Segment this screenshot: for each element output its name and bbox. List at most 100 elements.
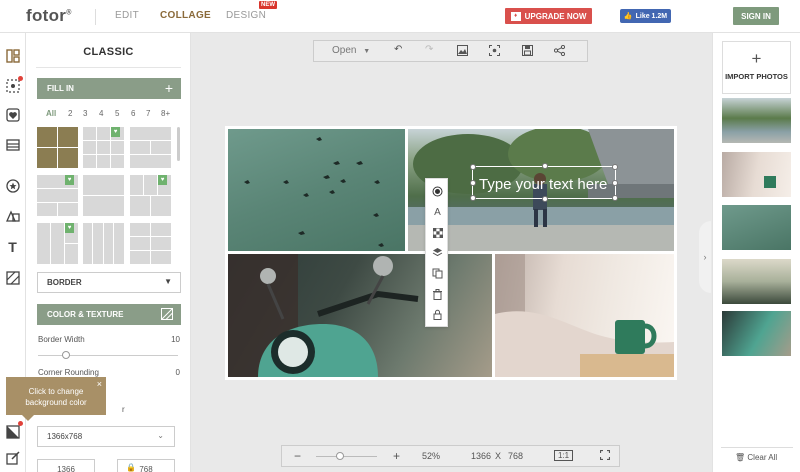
text-icon[interactable]: T: [4, 238, 21, 255]
resize-handle[interactable]: [542, 196, 548, 202]
text-box-content[interactable]: Type your text here: [479, 176, 607, 193]
fotor-logo[interactable]: fotor®: [26, 6, 72, 26]
border-label: BORDER: [47, 278, 82, 287]
image-icon[interactable]: [457, 45, 468, 59]
panel-title: CLASSIC: [83, 46, 134, 58]
panel-scrollbar[interactable]: [177, 127, 180, 161]
layout-icon[interactable]: [4, 47, 21, 64]
resize-handle[interactable]: [612, 195, 618, 201]
duplicate-icon[interactable]: [432, 268, 443, 279]
photo-thumbnail[interactable]: [722, 259, 791, 304]
layout-tile[interactable]: [129, 222, 171, 264]
filter-7[interactable]: 7: [146, 109, 150, 118]
layers-icon[interactable]: [432, 247, 443, 258]
filter-6[interactable]: 6: [131, 109, 135, 118]
filter-4[interactable]: 4: [99, 109, 103, 118]
zoom-slider[interactable]: [316, 456, 377, 457]
tooltip-text-line2: background color: [25, 398, 87, 407]
radio-select-icon[interactable]: [432, 186, 443, 197]
nav-design[interactable]: DESIGN: [226, 10, 266, 21]
import-photos-button[interactable]: + IMPORT PHOTOS: [722, 41, 791, 94]
resize-handle[interactable]: [612, 164, 618, 170]
divider: [95, 9, 96, 25]
photo-thumbnail[interactable]: [722, 311, 791, 356]
photo-birds[interactable]: [228, 129, 405, 251]
photo-thumbnail[interactable]: [722, 205, 791, 250]
photo-scooter[interactable]: [228, 254, 492, 377]
resize-handle[interactable]: [470, 180, 476, 186]
layout-tile[interactable]: ♥: [129, 174, 171, 216]
text-box[interactable]: Type your text here: [470, 163, 618, 202]
resize-handle[interactable]: [542, 163, 548, 169]
corner-rounding-value: 0: [175, 368, 180, 377]
collage-canvas[interactable]: [225, 126, 677, 380]
border-dropdown[interactable]: BORDER ▼: [37, 272, 181, 293]
save-icon[interactable]: [522, 45, 533, 59]
canvas-size-value: 1366x768: [47, 432, 83, 441]
zoom-in-button[interactable]: +: [393, 449, 400, 463]
actual-size-button[interactable]: 1:1: [554, 450, 574, 461]
shapes-icon[interactable]: [4, 207, 21, 224]
background-label-partial: r: [122, 405, 125, 414]
corner-rounding-label: Corner Rounding: [38, 368, 99, 377]
layout-tile[interactable]: [36, 126, 78, 168]
context-toolbar: A: [425, 178, 448, 327]
transparency-icon[interactable]: [432, 227, 443, 238]
layout-tile[interactable]: ♥: [82, 126, 124, 168]
divider: [36, 67, 181, 68]
nav-collage[interactable]: COLLAGE: [160, 10, 211, 21]
template-icon[interactable]: [4, 136, 21, 153]
font-icon[interactable]: A: [432, 207, 443, 218]
trash-icon[interactable]: [432, 289, 443, 300]
layout-tile[interactable]: [129, 126, 171, 168]
import-photos-label: IMPORT PHOTOS: [725, 72, 788, 81]
filter-2[interactable]: 2: [68, 109, 72, 118]
canvas-size-select[interactable]: 1366x768 ⌄: [37, 426, 175, 447]
nav-edit[interactable]: EDIT: [115, 10, 139, 21]
lock-icon[interactable]: [432, 309, 443, 320]
sticker-icon[interactable]: [4, 106, 21, 123]
border-width-slider[interactable]: [38, 355, 178, 356]
canvas-height-readout: 768: [508, 451, 524, 461]
trash-icon: 🗑: [735, 453, 746, 462]
plus-icon: +: [751, 49, 762, 68]
facebook-like-button[interactable]: 👍 Like 1.2M: [620, 9, 671, 23]
photo-thumbnail[interactable]: [722, 98, 791, 143]
zoom-slider-knob[interactable]: [336, 452, 345, 460]
redo-icon[interactable]: ↷: [425, 44, 433, 55]
resize-handle[interactable]: [470, 195, 476, 201]
pattern-icon[interactable]: [4, 269, 21, 286]
share-icon[interactable]: [553, 44, 566, 59]
notification-dot: [18, 76, 23, 81]
fill-in-bar[interactable]: FILL IN +: [37, 78, 181, 99]
sign-in-button[interactable]: SIGN IN: [733, 7, 779, 25]
filter-all[interactable]: All: [46, 109, 56, 118]
star-icon[interactable]: [4, 177, 21, 194]
edit-icon[interactable]: [4, 449, 21, 466]
fit-screen-icon[interactable]: [489, 45, 500, 59]
undo-icon[interactable]: ↶: [394, 44, 402, 55]
layout-tile[interactable]: ♥: [36, 174, 78, 216]
photo-mug[interactable]: [495, 254, 674, 377]
open-dropdown[interactable]: Open ▼: [332, 45, 370, 56]
height-input[interactable]: 768: [117, 459, 175, 472]
layout-tile[interactable]: ♥: [36, 222, 78, 264]
plus-icon[interactable]: +: [165, 80, 173, 96]
width-input[interactable]: 1366: [37, 459, 95, 472]
filter-8-plus[interactable]: 8+: [161, 109, 170, 118]
close-icon[interactable]: ×: [97, 379, 102, 390]
layout-tile[interactable]: [82, 174, 124, 216]
resize-handle[interactable]: [612, 180, 618, 186]
upgrade-button[interactable]: ♦ UPGRADE NOW: [505, 8, 592, 24]
filter-5[interactable]: 5: [115, 109, 119, 118]
expand-panel-tab[interactable]: ›: [699, 221, 711, 293]
border-width-knob[interactable]: [62, 351, 70, 359]
zoom-out-button[interactable]: −: [294, 449, 301, 463]
clear-all-button[interactable]: 🗑 Clear All: [735, 453, 777, 462]
layout-tile[interactable]: [82, 222, 124, 264]
filter-3[interactable]: 3: [83, 109, 87, 118]
color-texture-bar[interactable]: COLOR & TEXTURE: [37, 304, 181, 325]
photo-thumbnail[interactable]: [722, 152, 791, 197]
fullscreen-icon[interactable]: [599, 449, 611, 462]
resize-handle[interactable]: [470, 164, 476, 170]
